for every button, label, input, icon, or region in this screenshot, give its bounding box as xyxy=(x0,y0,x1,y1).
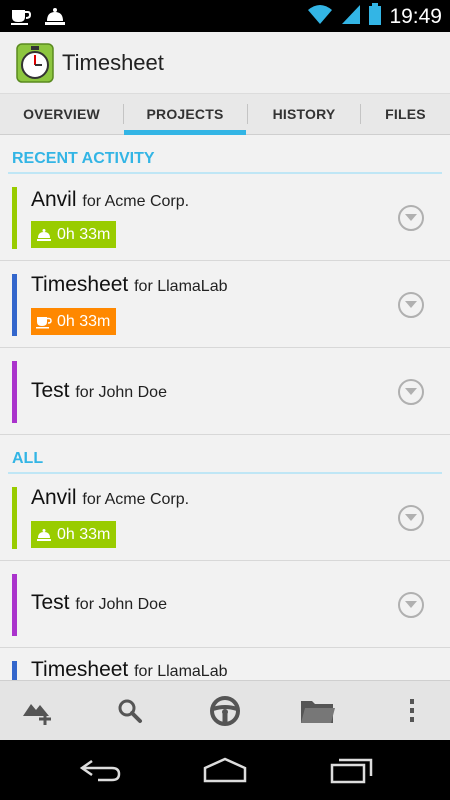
project-title: Test for John Doe xyxy=(31,379,167,402)
back-icon[interactable] xyxy=(70,750,130,790)
section-divider xyxy=(8,172,442,174)
project-title: Timesheet for LlamaLab xyxy=(31,658,228,680)
battery-icon xyxy=(369,3,382,30)
notification-icons xyxy=(10,6,66,31)
project-row[interactable]: Anvil for Acme Corp. 0h 33m xyxy=(0,475,450,561)
service-bell-icon xyxy=(44,6,66,31)
add-project-icon[interactable] xyxy=(8,681,68,741)
project-row[interactable]: Timesheet for LlamaLab 0h 33m xyxy=(0,262,450,348)
search-icon[interactable] xyxy=(100,681,160,741)
project-row[interactable]: Anvil for Acme Corp. 0h 33m xyxy=(0,175,450,261)
tab-projects[interactable]: PROJECTS xyxy=(124,94,246,135)
service-bell-icon xyxy=(31,521,57,548)
project-color-bar xyxy=(12,274,17,336)
expand-chevron-icon[interactable] xyxy=(398,379,424,405)
signal-icon xyxy=(341,3,361,30)
project-list[interactable]: RECENT ACTIVITY Anvil for Acme Corp. 0h … xyxy=(0,136,450,680)
project-title: Timesheet for LlamaLab xyxy=(31,273,228,296)
project-row[interactable]: Timesheet for LlamaLab xyxy=(0,649,450,680)
app-title: Timesheet xyxy=(62,49,164,75)
overflow-menu-icon[interactable] xyxy=(382,681,442,741)
action-bar: Timesheet xyxy=(0,32,450,94)
project-color-bar xyxy=(12,661,17,680)
expand-chevron-icon[interactable] xyxy=(398,505,424,531)
status-clock: 19:49 xyxy=(389,4,442,28)
status-bar: 19:49 xyxy=(0,0,450,32)
tab-history[interactable]: HISTORY xyxy=(248,94,360,134)
expand-chevron-icon[interactable] xyxy=(398,292,424,318)
project-color-bar xyxy=(12,187,17,249)
project-title: Test for John Doe xyxy=(31,591,167,614)
home-icon[interactable] xyxy=(195,750,255,790)
bottom-action-bar xyxy=(0,680,450,740)
stopwatch-app-icon[interactable] xyxy=(16,42,54,83)
project-color-bar xyxy=(12,361,17,423)
project-color-bar xyxy=(12,487,17,549)
expand-chevron-icon[interactable] xyxy=(398,205,424,231)
coffee-cup-icon xyxy=(10,6,32,31)
section-header-recent: RECENT ACTIVITY xyxy=(0,136,450,174)
project-row[interactable]: Test for John Doe xyxy=(0,562,450,648)
folder-icon[interactable] xyxy=(288,681,348,741)
project-title: Anvil for Acme Corp. xyxy=(31,188,190,211)
section-header-all: ALL xyxy=(0,436,450,474)
tab-bar: OVERVIEW PROJECTS HISTORY FILES xyxy=(0,94,450,135)
expand-chevron-icon[interactable] xyxy=(398,592,424,618)
time-badge: 0h 33m xyxy=(31,308,117,335)
project-title: Anvil for Acme Corp. xyxy=(31,486,190,509)
time-badge: 0h 33m xyxy=(31,221,117,248)
wifi-icon xyxy=(307,3,333,30)
time-badge: 0h 33m xyxy=(31,521,117,548)
service-bell-icon xyxy=(31,221,57,248)
steering-wheel-icon[interactable] xyxy=(195,681,255,741)
navigation-bar xyxy=(0,740,450,800)
project-row[interactable]: Test for John Doe xyxy=(0,349,450,435)
project-color-bar xyxy=(12,574,17,636)
coffee-cup-icon xyxy=(31,308,57,335)
recent-apps-icon[interactable] xyxy=(322,750,382,790)
tab-overview[interactable]: OVERVIEW xyxy=(0,94,123,134)
section-divider xyxy=(8,472,442,474)
tab-files[interactable]: FILES xyxy=(361,94,450,134)
